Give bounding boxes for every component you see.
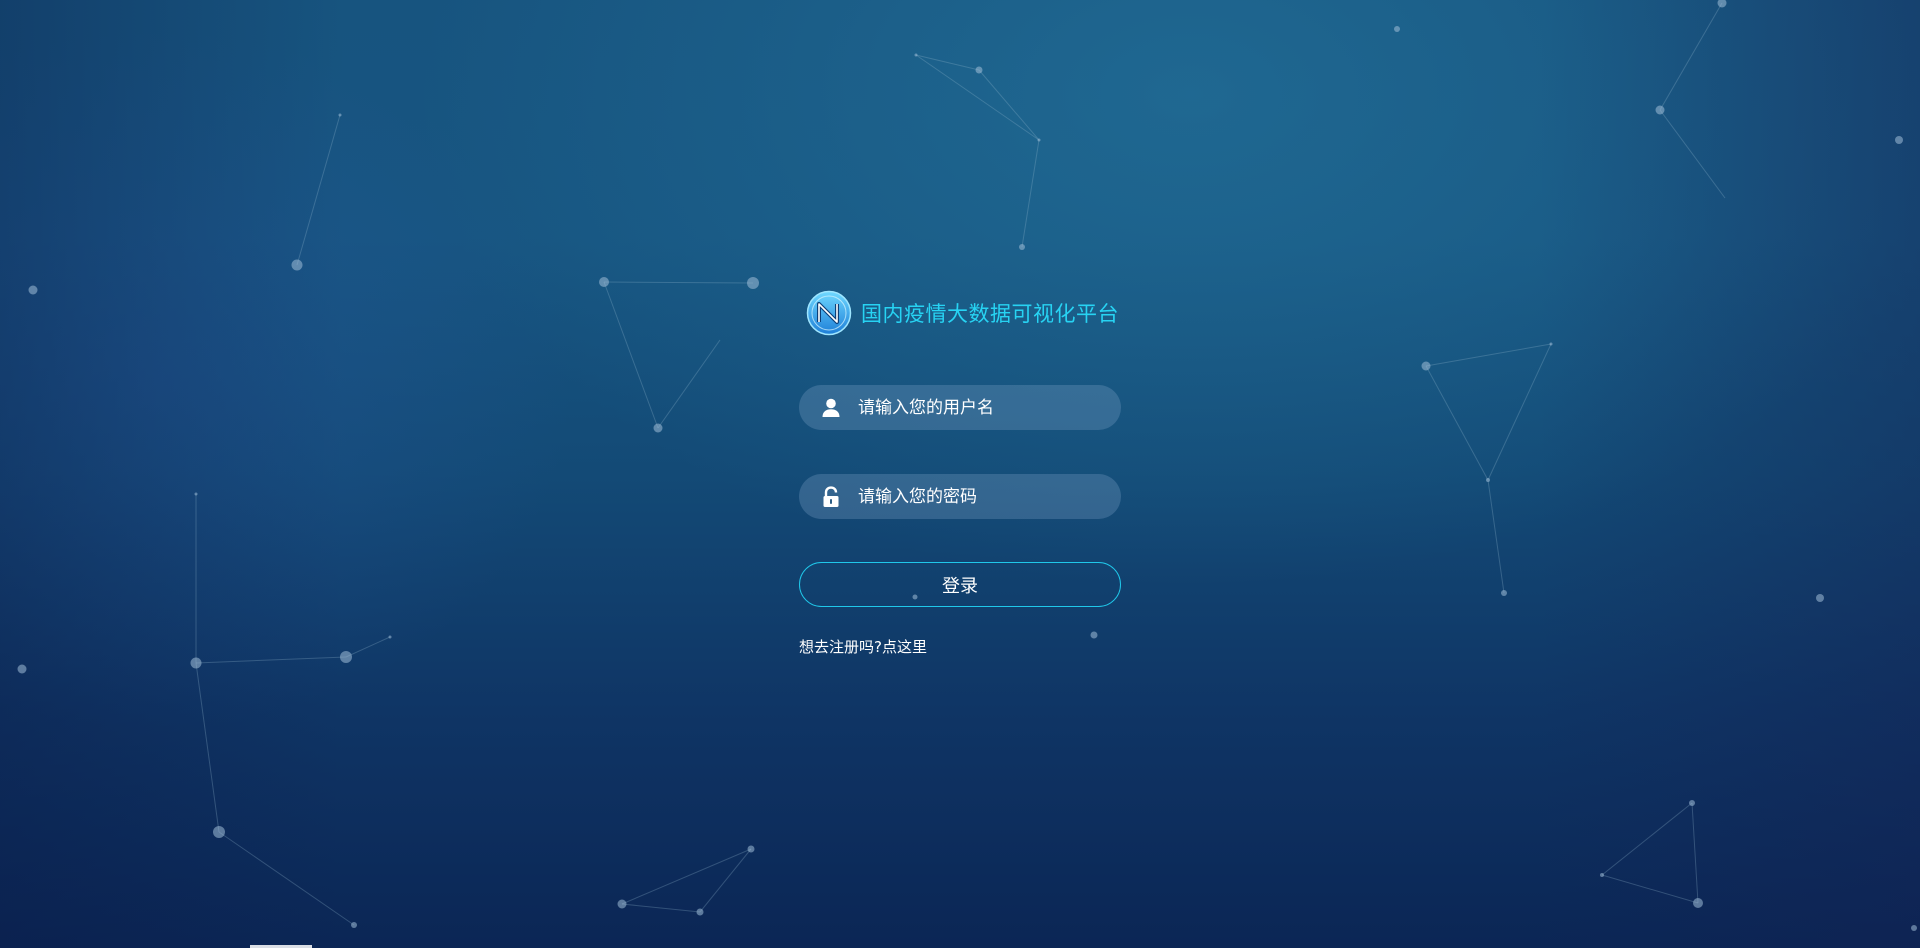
password-input[interactable] <box>858 486 1098 507</box>
particle-nodes <box>17 0 1917 931</box>
password-field[interactable] <box>799 474 1121 519</box>
login-button[interactable]: 登录 <box>799 562 1121 607</box>
register-link[interactable]: 点这里 <box>882 638 927 656</box>
login-panel: 国内疫情大数据可视化平台 登录 想去注册吗?点这里 <box>799 290 1121 656</box>
particle-lines <box>195 2 1726 926</box>
brand-header: 国内疫情大数据可视化平台 <box>806 290 1121 336</box>
username-input[interactable] <box>858 397 1098 418</box>
register-prompt-text: 想去注册吗? <box>799 638 882 656</box>
unlocked-padlock-icon <box>823 485 839 507</box>
username-field[interactable] <box>799 385 1121 430</box>
register-prompt-row: 想去注册吗?点这里 <box>799 636 927 657</box>
user-icon <box>822 398 840 417</box>
page-title: 国内疫情大数据可视化平台 <box>861 302 1119 326</box>
circular-n-logo-icon <box>806 290 852 336</box>
